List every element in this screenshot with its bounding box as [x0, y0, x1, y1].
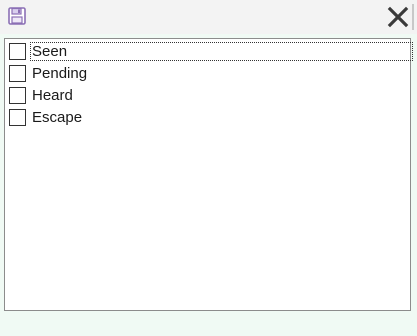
- checklist-box[interactable]: Seen Pending Heard Escape: [4, 38, 413, 311]
- checklist-item-label: Heard: [32, 87, 73, 104]
- checkbox[interactable]: [9, 87, 26, 104]
- checklist-item-seen[interactable]: Seen: [8, 41, 413, 62]
- checklist-item-pending[interactable]: Pending: [8, 63, 411, 84]
- checkbox[interactable]: [9, 65, 26, 82]
- checklist-item-label: Seen: [32, 43, 68, 60]
- toolbar-edge-divider: [412, 4, 414, 30]
- checklist-item-label: Escape: [32, 109, 83, 126]
- toolbar: [0, 0, 417, 34]
- checklist-item-label: Pending: [32, 65, 88, 82]
- floppy-disk-icon: [8, 7, 26, 25]
- checklist-item-escape[interactable]: Escape: [8, 107, 411, 128]
- checkbox[interactable]: [9, 43, 26, 60]
- save-button[interactable]: [7, 6, 27, 26]
- focus-outline: [30, 42, 413, 61]
- checkbox[interactable]: [9, 109, 26, 126]
- checklist-item-heard[interactable]: Heard: [8, 85, 411, 106]
- close-button[interactable]: [386, 4, 410, 28]
- close-x-icon: [387, 6, 409, 28]
